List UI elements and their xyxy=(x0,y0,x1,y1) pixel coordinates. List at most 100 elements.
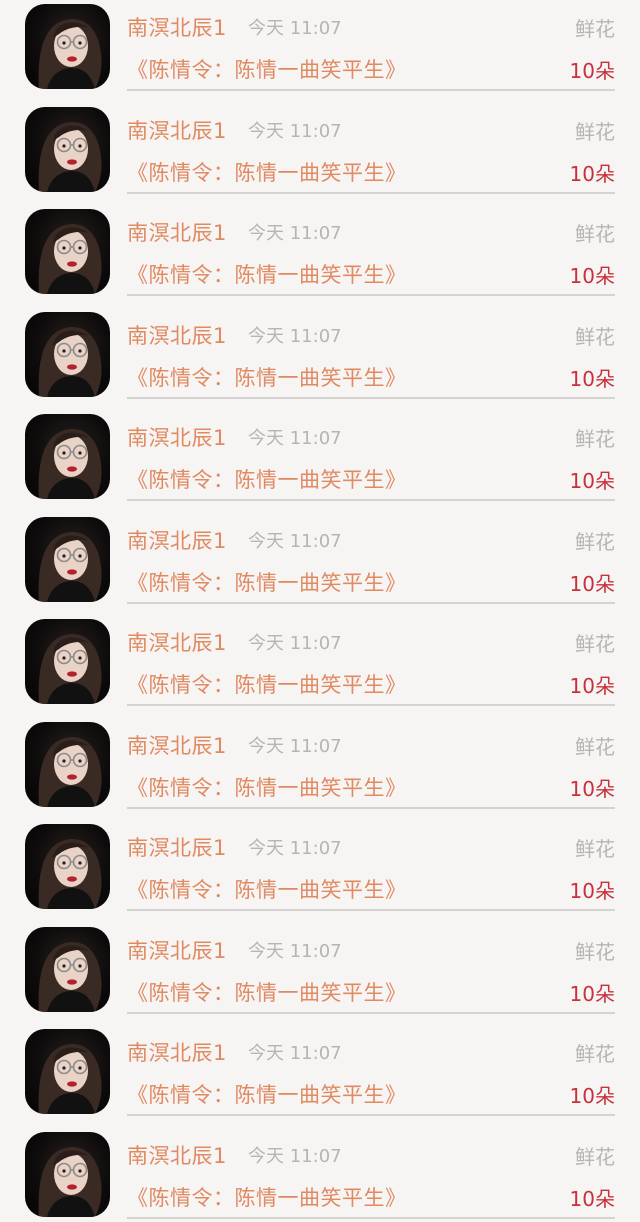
divider xyxy=(127,192,615,194)
avatar[interactable] xyxy=(25,824,110,909)
avatar[interactable] xyxy=(25,722,110,807)
timestamp: 今天 11:07 xyxy=(248,732,342,758)
book-title[interactable]: 《陈情令：陈情一曲笑平生》 xyxy=(127,362,407,392)
book-title[interactable]: 《陈情令：陈情一曲笑平生》 xyxy=(127,259,407,289)
sender-name[interactable]: 南溟北辰1 xyxy=(127,730,227,760)
book-title[interactable]: 《陈情令：陈情一曲笑平生》 xyxy=(127,1182,407,1212)
gift-count: 10朵 xyxy=(570,773,615,802)
gift-count: 10朵 xyxy=(570,1183,615,1212)
timestamp: 今天 11:07 xyxy=(248,322,342,348)
avatar-icon xyxy=(25,209,110,294)
avatar-icon xyxy=(25,517,110,602)
gift-type: 鲜花 xyxy=(575,628,615,657)
divider xyxy=(127,1217,615,1219)
avatar-icon xyxy=(25,4,110,89)
avatar[interactable] xyxy=(25,619,110,704)
timestamp: 今天 11:07 xyxy=(248,424,342,450)
avatar[interactable] xyxy=(25,209,110,294)
sender-name[interactable]: 南溟北辰1 xyxy=(127,217,227,247)
avatar[interactable] xyxy=(25,1132,110,1217)
gift-count: 10朵 xyxy=(570,568,615,597)
list-item[interactable]: 南溟北辰1 今天 11:07 鲜花 《陈情令：陈情一曲笑平生》 10朵 xyxy=(0,95,640,198)
avatar-icon xyxy=(25,1132,110,1217)
timestamp: 今天 11:07 xyxy=(248,117,342,143)
timestamp: 今天 11:07 xyxy=(248,1142,342,1168)
gift-count: 10朵 xyxy=(570,1080,615,1109)
avatar[interactable] xyxy=(25,312,110,397)
book-title[interactable]: 《陈情令：陈情一曲笑平生》 xyxy=(127,54,407,84)
divider xyxy=(127,602,615,604)
avatar-icon xyxy=(25,1029,110,1114)
divider xyxy=(127,89,615,91)
timestamp: 今天 11:07 xyxy=(248,629,342,655)
list-item[interactable]: 南溟北辰1 今天 11:07 鲜花 《陈情令：陈情一曲笑平生》 10朵 xyxy=(0,402,640,505)
book-title[interactable]: 《陈情令：陈情一曲笑平生》 xyxy=(127,157,407,187)
avatar[interactable] xyxy=(25,1029,110,1114)
gift-count: 10朵 xyxy=(570,55,615,84)
gift-count: 10朵 xyxy=(570,465,615,494)
sender-name[interactable]: 南溟北辰1 xyxy=(127,627,227,657)
sender-name[interactable]: 南溟北辰1 xyxy=(127,935,227,965)
gift-type: 鲜花 xyxy=(575,526,615,555)
list-item[interactable]: 南溟北辰1 今天 11:07 鲜花 《陈情令：陈情一曲笑平生》 10朵 xyxy=(0,197,640,300)
avatar-icon xyxy=(25,414,110,499)
list-item[interactable]: 南溟北辰1 今天 11:07 鲜花 《陈情令：陈情一曲笑平生》 10朵 xyxy=(0,812,640,915)
avatar[interactable] xyxy=(25,4,110,89)
divider xyxy=(127,397,615,399)
book-title[interactable]: 《陈情令：陈情一曲笑平生》 xyxy=(127,464,407,494)
avatar[interactable] xyxy=(25,414,110,499)
gift-type: 鲜花 xyxy=(575,1141,615,1170)
sender-name[interactable]: 南溟北辰1 xyxy=(127,12,227,42)
list-item[interactable]: 南溟北辰1 今天 11:07 鲜花 《陈情令：陈情一曲笑平生》 10朵 xyxy=(0,1017,640,1120)
book-title[interactable]: 《陈情令：陈情一曲笑平生》 xyxy=(127,772,407,802)
sender-name[interactable]: 南溟北辰1 xyxy=(127,320,227,350)
divider xyxy=(127,1114,615,1116)
gift-count: 10朵 xyxy=(570,670,615,699)
divider xyxy=(127,909,615,911)
divider xyxy=(127,807,615,809)
sender-name[interactable]: 南溟北辰1 xyxy=(127,115,227,145)
list-item[interactable]: 南溟北辰1 今天 11:07 鲜花 《陈情令：陈情一曲笑平生》 10朵 xyxy=(0,607,640,710)
book-title[interactable]: 《陈情令：陈情一曲笑平生》 xyxy=(127,977,407,1007)
avatar-icon xyxy=(25,619,110,704)
avatar[interactable] xyxy=(25,107,110,192)
sender-name[interactable]: 南溟北辰1 xyxy=(127,525,227,555)
gift-type: 鲜花 xyxy=(575,833,615,862)
gift-count: 10朵 xyxy=(570,978,615,1007)
gift-type: 鲜花 xyxy=(575,218,615,247)
book-title[interactable]: 《陈情令：陈情一曲笑平生》 xyxy=(127,1079,407,1109)
gift-type: 鲜花 xyxy=(575,731,615,760)
avatar-icon xyxy=(25,722,110,807)
gift-count: 10朵 xyxy=(570,158,615,187)
divider xyxy=(127,704,615,706)
avatar[interactable] xyxy=(25,927,110,1012)
flower-gift-list: 南溟北辰1 今天 11:07 鲜花 《陈情令：陈情一曲笑平生》 10朵 南溟北辰… xyxy=(0,0,640,1222)
book-title[interactable]: 《陈情令：陈情一曲笑平生》 xyxy=(127,874,407,904)
book-title[interactable]: 《陈情令：陈情一曲笑平生》 xyxy=(127,669,407,699)
timestamp: 今天 11:07 xyxy=(248,14,342,40)
sender-name[interactable]: 南溟北辰1 xyxy=(127,422,227,452)
avatar-icon xyxy=(25,824,110,909)
gift-type: 鲜花 xyxy=(575,936,615,965)
book-title[interactable]: 《陈情令：陈情一曲笑平生》 xyxy=(127,567,407,597)
gift-type: 鲜花 xyxy=(575,321,615,350)
list-item[interactable]: 南溟北辰1 今天 11:07 鲜花 《陈情令：陈情一曲笑平生》 10朵 xyxy=(0,1120,640,1222)
avatar[interactable] xyxy=(25,517,110,602)
avatar-icon xyxy=(25,312,110,397)
gift-count: 10朵 xyxy=(570,875,615,904)
list-item[interactable]: 南溟北辰1 今天 11:07 鲜花 《陈情令：陈情一曲笑平生》 10朵 xyxy=(0,0,640,95)
list-item[interactable]: 南溟北辰1 今天 11:07 鲜花 《陈情令：陈情一曲笑平生》 10朵 xyxy=(0,300,640,403)
avatar-icon xyxy=(25,927,110,1012)
divider xyxy=(127,499,615,501)
timestamp: 今天 11:07 xyxy=(248,834,342,860)
sender-name[interactable]: 南溟北辰1 xyxy=(127,1140,227,1170)
gift-type: 鲜花 xyxy=(575,116,615,145)
gift-count: 10朵 xyxy=(570,363,615,392)
list-item[interactable]: 南溟北辰1 今天 11:07 鲜花 《陈情令：陈情一曲笑平生》 10朵 xyxy=(0,915,640,1018)
list-item[interactable]: 南溟北辰1 今天 11:07 鲜花 《陈情令：陈情一曲笑平生》 10朵 xyxy=(0,505,640,608)
sender-name[interactable]: 南溟北辰1 xyxy=(127,832,227,862)
avatar-icon xyxy=(25,107,110,192)
sender-name[interactable]: 南溟北辰1 xyxy=(127,1037,227,1067)
timestamp: 今天 11:07 xyxy=(248,1039,342,1065)
list-item[interactable]: 南溟北辰1 今天 11:07 鲜花 《陈情令：陈情一曲笑平生》 10朵 xyxy=(0,710,640,813)
